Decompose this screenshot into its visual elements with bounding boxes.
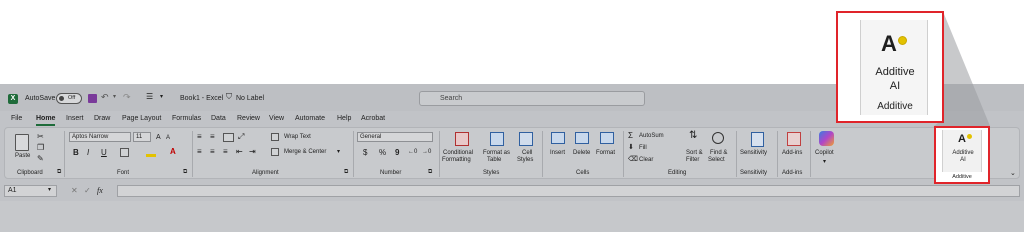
callout-additive-ai-label-2: AI — [889, 80, 901, 92]
additive-logo-icon: A — [958, 133, 966, 145]
callout-additive-ai-button: A Additive AI Additive — [860, 20, 928, 115]
additive-ai-label-1: Additive — [952, 150, 974, 156]
group-additive-label: Additive — [952, 174, 972, 180]
callout-group-label: Additive — [877, 101, 913, 112]
additive-ai-label-2: AI — [960, 157, 966, 163]
additive-callout: A Additive AI Additive — [836, 11, 944, 123]
callout-additive-dot-icon — [898, 36, 907, 45]
callout-additive-logo-icon: A — [881, 31, 897, 56]
additive-group-highlight: A Additive AI Additive — [934, 126, 990, 184]
additive-dot-icon — [967, 134, 972, 139]
additive-ai-button[interactable]: A Additive AI — [942, 130, 982, 172]
callout-additive-ai-label-1: Additive — [875, 66, 915, 78]
